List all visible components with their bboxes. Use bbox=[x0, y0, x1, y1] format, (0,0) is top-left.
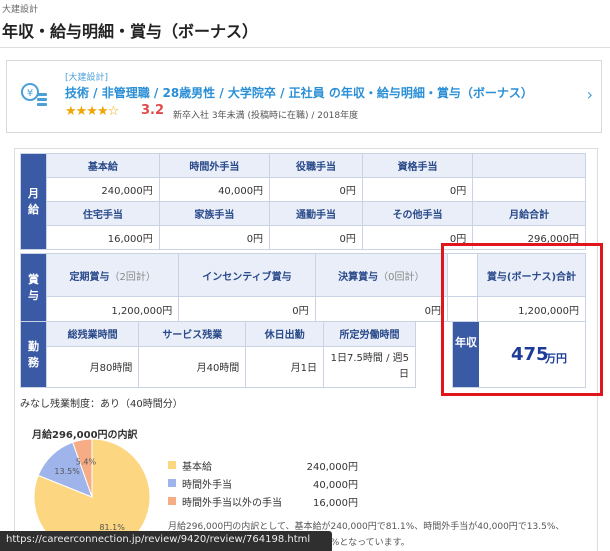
legend-label: 時間外手当以外の手当 bbox=[182, 498, 282, 509]
review-card[interactable]: ¥ [大建設計] 技術 / 非管理職 / 28歳男性 / 大学院卒 / 正社員 … bbox=[6, 60, 602, 133]
legend-item: 時間外手当 40,000円 bbox=[168, 476, 358, 494]
header-incentive-bonus: インセンティブ賞与 bbox=[178, 252, 316, 298]
value-total-overtime: 月80時間 bbox=[45, 345, 140, 389]
pie-label: 13.5% bbox=[54, 467, 80, 476]
value-incentive-bonus: 0円 bbox=[178, 296, 316, 322]
work-side-label: 勤務 bbox=[20, 321, 47, 388]
svg-text:¥: ¥ bbox=[27, 88, 33, 99]
legend-amount: 16,000円 bbox=[313, 498, 358, 509]
work-table: 勤務 総残業時間 サービス残業 休日出勤 所定労働時間 月80時間 月40時間 … bbox=[20, 321, 416, 389]
monthly-side-label: 月給 bbox=[20, 153, 47, 250]
value-family: 0円 bbox=[158, 225, 271, 250]
rating-value: 3.2 bbox=[141, 103, 165, 118]
monthly-salary-table: 月給 基本給 時間外手当 役職手当 資格手当 240,000円 40,000円 … bbox=[20, 153, 586, 250]
value-overtime: 40,000円 bbox=[158, 177, 271, 202]
value-working-hours: 1日7.5時間 / 週5日 bbox=[323, 345, 416, 389]
breakdown-legend: 基本給 240,000円 時間外手当 40,000円 時間外手当以外の手当 16… bbox=[168, 458, 358, 512]
bonus-side-label: 賞与 bbox=[20, 253, 47, 322]
header-base-salary: 基本給 bbox=[46, 153, 160, 178]
header-working-hours: 所定労働時間 bbox=[323, 321, 416, 347]
card-title[interactable]: 技術 / 非管理職 / 28歳男性 / 大学院卒 / 正社員 の年収・給与明細・… bbox=[65, 84, 533, 101]
header-commute: 通勤手当 bbox=[269, 201, 363, 226]
value-position: 0円 bbox=[269, 177, 363, 202]
value-holiday-work: 月1日 bbox=[245, 345, 324, 389]
legend-label: 時間外手当 bbox=[182, 480, 232, 491]
legend-label: 基本給 bbox=[182, 462, 212, 473]
header-regular-bonus: 定期賞与（2回計） bbox=[45, 252, 180, 298]
status-bar-url: https://careerconnection.jp/review/9420/… bbox=[0, 531, 332, 551]
value-blank bbox=[472, 177, 586, 202]
page-title: 年収・給与明細・賞与（ボーナス） bbox=[2, 22, 259, 41]
header-blank bbox=[472, 153, 586, 178]
header-total-overtime: 総残業時間 bbox=[45, 321, 140, 347]
value-base-salary: 240,000円 bbox=[46, 177, 160, 202]
value-service-overtime: 月40時間 bbox=[138, 345, 247, 389]
header-service-overtime: サービス残業 bbox=[138, 321, 247, 347]
card-meta: 新卒入社 3年未満 (投稿時に在職) / 2018年度 bbox=[173, 111, 359, 121]
header-position: 役職手当 bbox=[269, 153, 363, 178]
header-overtime: 時間外手当 bbox=[158, 153, 271, 178]
card-company: [大建設計] bbox=[65, 73, 109, 83]
header-qualification: 資格手当 bbox=[361, 153, 474, 178]
highlight-box bbox=[441, 243, 603, 396]
header-monthly-total: 月給合計 bbox=[472, 201, 586, 226]
legend-amount: 240,000円 bbox=[306, 462, 358, 473]
chevron-right-icon[interactable]: › bbox=[587, 85, 593, 104]
page-header: 大建設計 年収・給与明細・賞与（ボーナス） bbox=[0, 0, 610, 48]
legend-swatch bbox=[168, 461, 176, 469]
legend-swatch bbox=[168, 497, 176, 505]
value-settlement-bonus: 0円 bbox=[314, 296, 449, 322]
deemed-overtime: みなし残業制度：あり（40時間分） bbox=[20, 399, 183, 410]
rating-stars: ★★★★☆ bbox=[65, 104, 119, 119]
header-housing: 住宅手当 bbox=[46, 201, 160, 226]
legend-item: 基本給 240,000円 bbox=[168, 458, 358, 476]
header-family: 家族手当 bbox=[158, 201, 271, 226]
money-coins-icon: ¥ bbox=[21, 83, 47, 106]
value-regular-bonus: 1,200,000円 bbox=[45, 296, 180, 322]
header-settlement-bonus: 決算賞与（0回計） bbox=[314, 252, 449, 298]
company-name: 大建設計 bbox=[2, 5, 39, 15]
legend-item: 時間外手当以外の手当 16,000円 bbox=[168, 494, 358, 512]
value-housing: 16,000円 bbox=[46, 225, 160, 250]
header-other: その他手当 bbox=[361, 201, 474, 226]
value-qualification: 0円 bbox=[361, 177, 474, 202]
header-holiday-work: 休日出勤 bbox=[245, 321, 324, 347]
legend-amount: 40,000円 bbox=[313, 480, 358, 491]
legend-swatch bbox=[168, 479, 176, 487]
value-commute: 0円 bbox=[269, 225, 363, 250]
pie-label: 5.4% bbox=[76, 458, 97, 467]
